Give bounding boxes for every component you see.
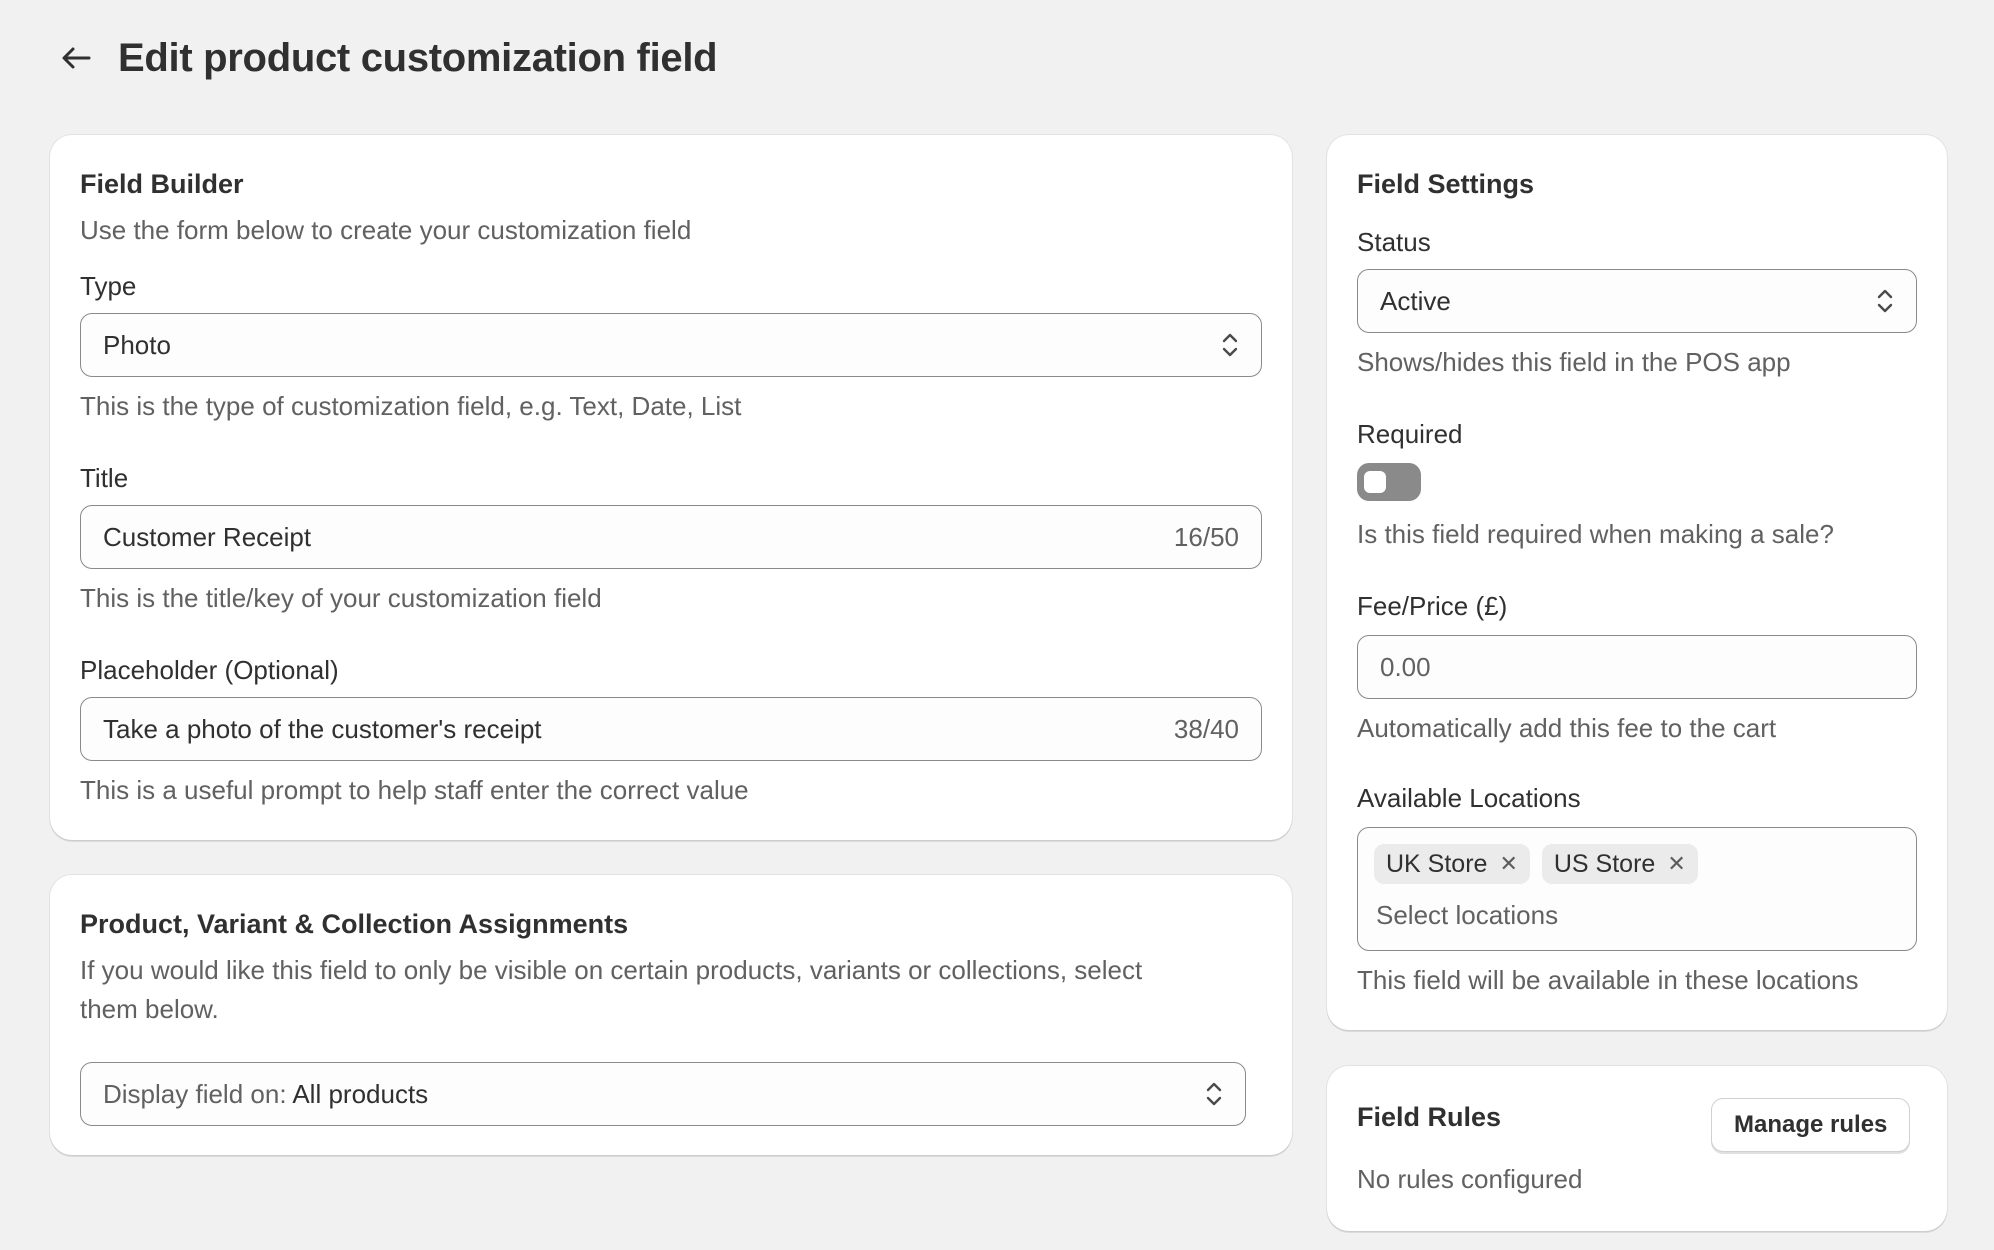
assignments-description-line2: them below.: [80, 994, 219, 1024]
locations-multiselect[interactable]: UK Store ✕ US Store ✕ Select locations: [1357, 827, 1917, 951]
field-settings-card: Field Settings Status Active Shows/hides…: [1327, 135, 1947, 1030]
locations-placeholder[interactable]: Select locations: [1376, 900, 1558, 931]
arrow-left-icon: [62, 47, 91, 69]
display-field-select[interactable]: Display field on: All products: [80, 1062, 1246, 1126]
status-select-value: Active: [1380, 285, 1451, 316]
title-help: This is the title/key of your customizat…: [80, 583, 602, 613]
placeholder-char-counter: 38/40: [1173, 713, 1239, 744]
select-chevron-icon: [1206, 1082, 1222, 1106]
placeholder-help: This is a useful prompt to help staff en…: [80, 775, 749, 805]
field-builder-card: Field Builder Use the form below to crea…: [50, 135, 1292, 840]
fee-help: Automatically add this fee to the cart: [1357, 713, 1777, 743]
locations-label: Available Locations: [1357, 783, 1581, 813]
fee-label: Fee/Price (£): [1357, 591, 1508, 621]
location-tag-label: UK Store: [1386, 849, 1488, 878]
field-rules-card: Field Rules Manage rules No rules config…: [1327, 1066, 1947, 1231]
assignments-title: Product, Variant & Collection Assignment…: [80, 909, 629, 939]
page: Edit product customization field Field B…: [0, 0, 1994, 1250]
required-toggle[interactable]: [1357, 463, 1421, 501]
type-select-value: Photo: [103, 329, 171, 360]
status-help: Shows/hides this field in the POS app: [1357, 347, 1791, 377]
locations-help: This field will be available in these lo…: [1357, 965, 1859, 995]
page-header: Edit product customization field: [56, 30, 718, 86]
location-tags: UK Store ✕ US Store ✕: [1374, 844, 1698, 884]
remove-tag-icon[interactable]: ✕: [1499, 851, 1517, 877]
page-title: Edit product customization field: [118, 35, 718, 80]
field-builder-description: Use the form below to create your custom…: [80, 215, 692, 245]
fee-input[interactable]: 0.00: [1357, 635, 1917, 699]
select-chevron-icon: [1877, 289, 1893, 313]
fee-input-placeholder: 0.00: [1380, 651, 1431, 682]
assignments-description-line1: If you would like this field to only be …: [80, 955, 1143, 985]
remove-tag-icon[interactable]: ✕: [1667, 851, 1685, 877]
type-help: This is the type of customization field,…: [80, 391, 742, 421]
placeholder-label: Placeholder (Optional): [80, 655, 339, 685]
assignments-card: Product, Variant & Collection Assignment…: [50, 875, 1292, 1155]
toggle-knob: [1364, 471, 1386, 493]
field-builder-title: Field Builder: [80, 169, 244, 199]
required-help: Is this field required when making a sal…: [1357, 519, 1834, 549]
location-tag-label: US Store: [1553, 849, 1656, 878]
status-select[interactable]: Active: [1357, 269, 1917, 333]
title-input-value: Customer Receipt: [103, 521, 312, 552]
type-label: Type: [80, 271, 137, 301]
field-settings-title: Field Settings: [1357, 169, 1535, 199]
display-field-prefix: Display field on:: [103, 1078, 287, 1109]
location-tag: US Store ✕: [1541, 844, 1698, 884]
title-label: Title: [80, 463, 129, 493]
status-label: Status: [1357, 227, 1431, 257]
field-rules-empty: No rules configured: [1357, 1164, 1583, 1194]
field-rules-title: Field Rules: [1357, 1102, 1502, 1132]
title-char-counter: 16/50: [1173, 521, 1239, 552]
back-button[interactable]: [56, 30, 96, 86]
title-input[interactable]: Customer Receipt 16/50: [80, 505, 1262, 569]
type-select[interactable]: Photo: [80, 313, 1262, 377]
select-chevron-icon: [1222, 333, 1238, 357]
placeholder-input-value: Take a photo of the customer's receipt: [103, 713, 542, 744]
required-label: Required: [1357, 419, 1463, 449]
location-tag: UK Store ✕: [1374, 844, 1530, 884]
placeholder-input[interactable]: Take a photo of the customer's receipt 3…: [80, 697, 1262, 761]
display-field-value: All products: [292, 1078, 429, 1109]
manage-rules-button[interactable]: Manage rules: [1711, 1098, 1911, 1152]
